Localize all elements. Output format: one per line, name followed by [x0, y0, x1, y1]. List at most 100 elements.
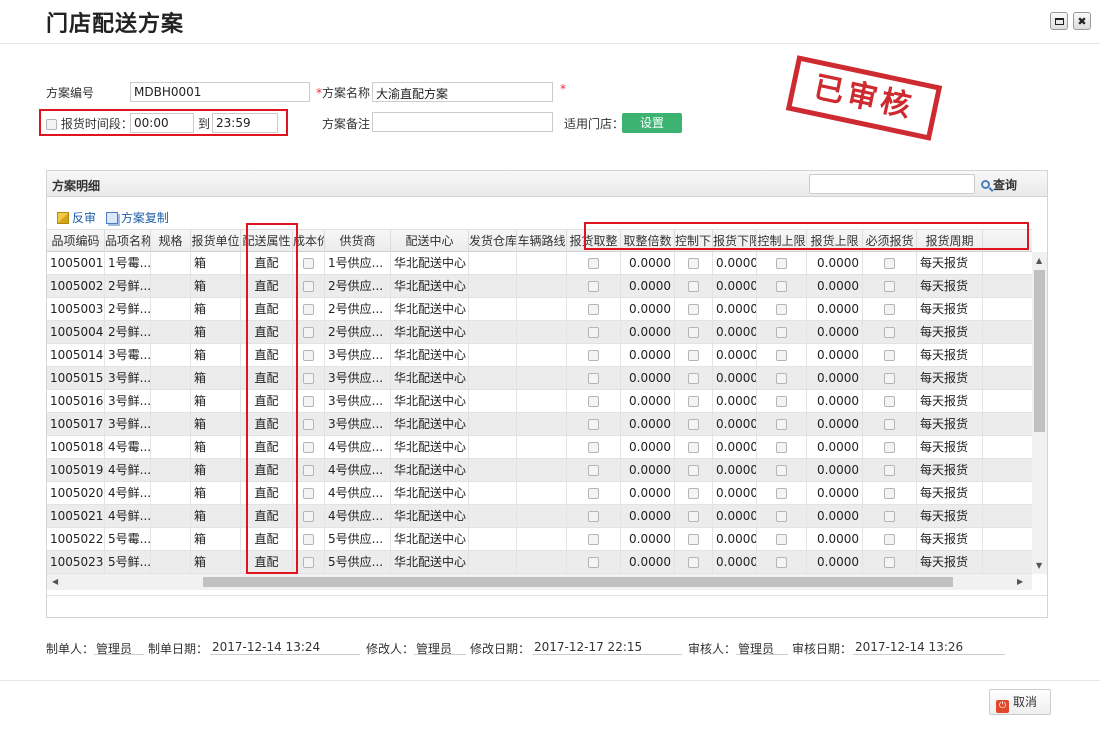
row-checkbox[interactable] — [303, 442, 314, 453]
cancel-button[interactable]: ⏻ 取消 — [989, 689, 1051, 715]
row-checkbox[interactable] — [776, 442, 787, 453]
row-checkbox[interactable] — [884, 373, 895, 384]
row-checkbox[interactable] — [776, 534, 787, 545]
row-checkbox[interactable] — [303, 534, 314, 545]
table-row[interactable]: 1005018 4号霉... 箱直配 4号供应... 华北配送中心 0.0000 0.000… — [47, 436, 1032, 459]
horizontal-scrollbar[interactable]: ◀ ▶ — [47, 574, 1032, 590]
scroll-up-arrow-icon[interactable]: ▲ — [1036, 256, 1042, 265]
row-checkbox[interactable] — [303, 557, 314, 568]
time-from-input[interactable]: 00:00 — [130, 113, 194, 133]
row-checkbox[interactable] — [303, 350, 314, 361]
row-checkbox[interactable] — [884, 304, 895, 315]
close-button[interactable]: ✖ — [1073, 12, 1091, 30]
col-item-code-header[interactable]: 品项编码 — [47, 230, 105, 252]
row-checkbox[interactable] — [303, 327, 314, 338]
table-row[interactable]: 1005023 5号鲜... 箱直配 5号供应... 华北配送中心 0.0000 0.000… — [47, 551, 1032, 574]
col-warehouse-header[interactable]: 发货仓库 — [469, 230, 517, 252]
row-checkbox[interactable] — [588, 396, 599, 407]
row-checkbox[interactable] — [588, 442, 599, 453]
row-checkbox[interactable] — [776, 304, 787, 315]
col-supplier-header[interactable]: 供货商 — [325, 230, 391, 252]
row-checkbox[interactable] — [884, 511, 895, 522]
row-checkbox[interactable] — [884, 281, 895, 292]
row-checkbox[interactable] — [303, 419, 314, 430]
row-checkbox[interactable] — [688, 534, 699, 545]
row-checkbox[interactable] — [884, 350, 895, 361]
row-checkbox[interactable] — [688, 350, 699, 361]
row-checkbox[interactable] — [588, 534, 599, 545]
row-checkbox[interactable] — [884, 327, 895, 338]
col-order-unit-header[interactable]: 报货单位 — [191, 230, 241, 252]
row-checkbox[interactable] — [303, 281, 314, 292]
horizontal-scroll-thumb[interactable] — [203, 577, 953, 587]
col-item-name-header[interactable]: 品项名称 — [105, 230, 151, 252]
row-checkbox[interactable] — [884, 488, 895, 499]
table-row[interactable]: 1005002 2号鲜... 箱直配 2号供应... 华北配送中心 0.0000 0.000… — [47, 275, 1032, 298]
row-checkbox[interactable] — [776, 258, 787, 269]
table-row[interactable]: 1005016 3号鲜... 箱直配 3号供应... 华北配送中心 0.0000 0.000… — [47, 390, 1032, 413]
table-row[interactable]: 1005019 4号鲜... 箱直配 4号供应... 华北配送中心 0.0000 0.000… — [47, 459, 1032, 482]
row-checkbox[interactable] — [776, 373, 787, 384]
row-checkbox[interactable] — [588, 511, 599, 522]
row-checkbox[interactable] — [884, 396, 895, 407]
row-checkbox[interactable] — [688, 488, 699, 499]
row-checkbox[interactable] — [688, 281, 699, 292]
remark-input[interactable] — [372, 112, 553, 132]
row-checkbox[interactable] — [776, 327, 787, 338]
row-checkbox[interactable] — [884, 442, 895, 453]
row-checkbox[interactable] — [303, 465, 314, 476]
row-checkbox[interactable] — [688, 258, 699, 269]
copy-plan-button[interactable]: 方案复制 — [105, 211, 169, 225]
row-checkbox[interactable] — [588, 465, 599, 476]
maximize-button[interactable] — [1050, 12, 1068, 30]
row-checkbox[interactable] — [303, 373, 314, 384]
row-checkbox[interactable] — [588, 304, 599, 315]
row-checkbox[interactable] — [588, 327, 599, 338]
detail-search-input[interactable] — [809, 174, 975, 194]
query-button[interactable]: 查询 — [981, 176, 1017, 193]
row-checkbox[interactable] — [688, 327, 699, 338]
col-dist-center-header[interactable]: 配送中心 — [391, 230, 469, 252]
row-checkbox[interactable] — [884, 465, 895, 476]
table-row[interactable]: 1005020 4号鲜... 箱直配 4号供应... 华北配送中心 0.0000 0.000… — [47, 482, 1032, 505]
row-checkbox[interactable] — [588, 488, 599, 499]
row-checkbox[interactable] — [776, 511, 787, 522]
row-checkbox[interactable] — [588, 373, 599, 384]
row-checkbox[interactable] — [776, 396, 787, 407]
row-checkbox[interactable] — [884, 557, 895, 568]
table-row[interactable]: 1005001 1号霉... 箱直配 1号供应... 华北配送中心 0.0000 0.000… — [47, 252, 1032, 275]
time-to-input[interactable]: 23:59 — [212, 113, 278, 133]
plan-name-input[interactable]: 大渝直配方案 — [372, 82, 553, 102]
row-checkbox[interactable] — [588, 281, 599, 292]
table-row[interactable]: 1005021 4号鲜... 箱直配 4号供应... 华北配送中心 0.0000 0.000… — [47, 505, 1032, 528]
row-checkbox[interactable] — [688, 557, 699, 568]
row-checkbox[interactable] — [588, 557, 599, 568]
row-checkbox[interactable] — [688, 465, 699, 476]
scroll-left-arrow-icon[interactable]: ◀ — [52, 577, 58, 586]
row-checkbox[interactable] — [303, 488, 314, 499]
row-checkbox[interactable] — [776, 281, 787, 292]
table-row[interactable]: 1005003 2号鲜... 箱直配 2号供应... 华北配送中心 0.0000 0.000… — [47, 298, 1032, 321]
row-checkbox[interactable] — [303, 304, 314, 315]
vertical-scrollbar[interactable]: ▲ ▼ — [1032, 252, 1047, 574]
row-checkbox[interactable] — [884, 258, 895, 269]
row-checkbox[interactable] — [588, 350, 599, 361]
row-checkbox[interactable] — [588, 258, 599, 269]
row-checkbox[interactable] — [688, 396, 699, 407]
row-checkbox[interactable] — [688, 442, 699, 453]
row-checkbox[interactable] — [303, 396, 314, 407]
row-checkbox[interactable] — [776, 488, 787, 499]
row-checkbox[interactable] — [588, 419, 599, 430]
row-checkbox[interactable] — [776, 350, 787, 361]
table-row[interactable]: 1005004 2号鲜... 箱直配 2号供应... 华北配送中心 0.0000 0.000… — [47, 321, 1032, 344]
time-range-checkbox[interactable] — [46, 119, 57, 130]
row-checkbox[interactable] — [303, 511, 314, 522]
row-checkbox[interactable] — [776, 557, 787, 568]
scroll-right-arrow-icon[interactable]: ▶ — [1017, 577, 1023, 586]
row-checkbox[interactable] — [776, 465, 787, 476]
plan-code-input[interactable]: MDBH0001 — [130, 82, 310, 102]
row-checkbox[interactable] — [884, 534, 895, 545]
store-setting-button[interactable]: 设置 — [622, 113, 682, 133]
row-checkbox[interactable] — [688, 511, 699, 522]
row-checkbox[interactable] — [688, 419, 699, 430]
